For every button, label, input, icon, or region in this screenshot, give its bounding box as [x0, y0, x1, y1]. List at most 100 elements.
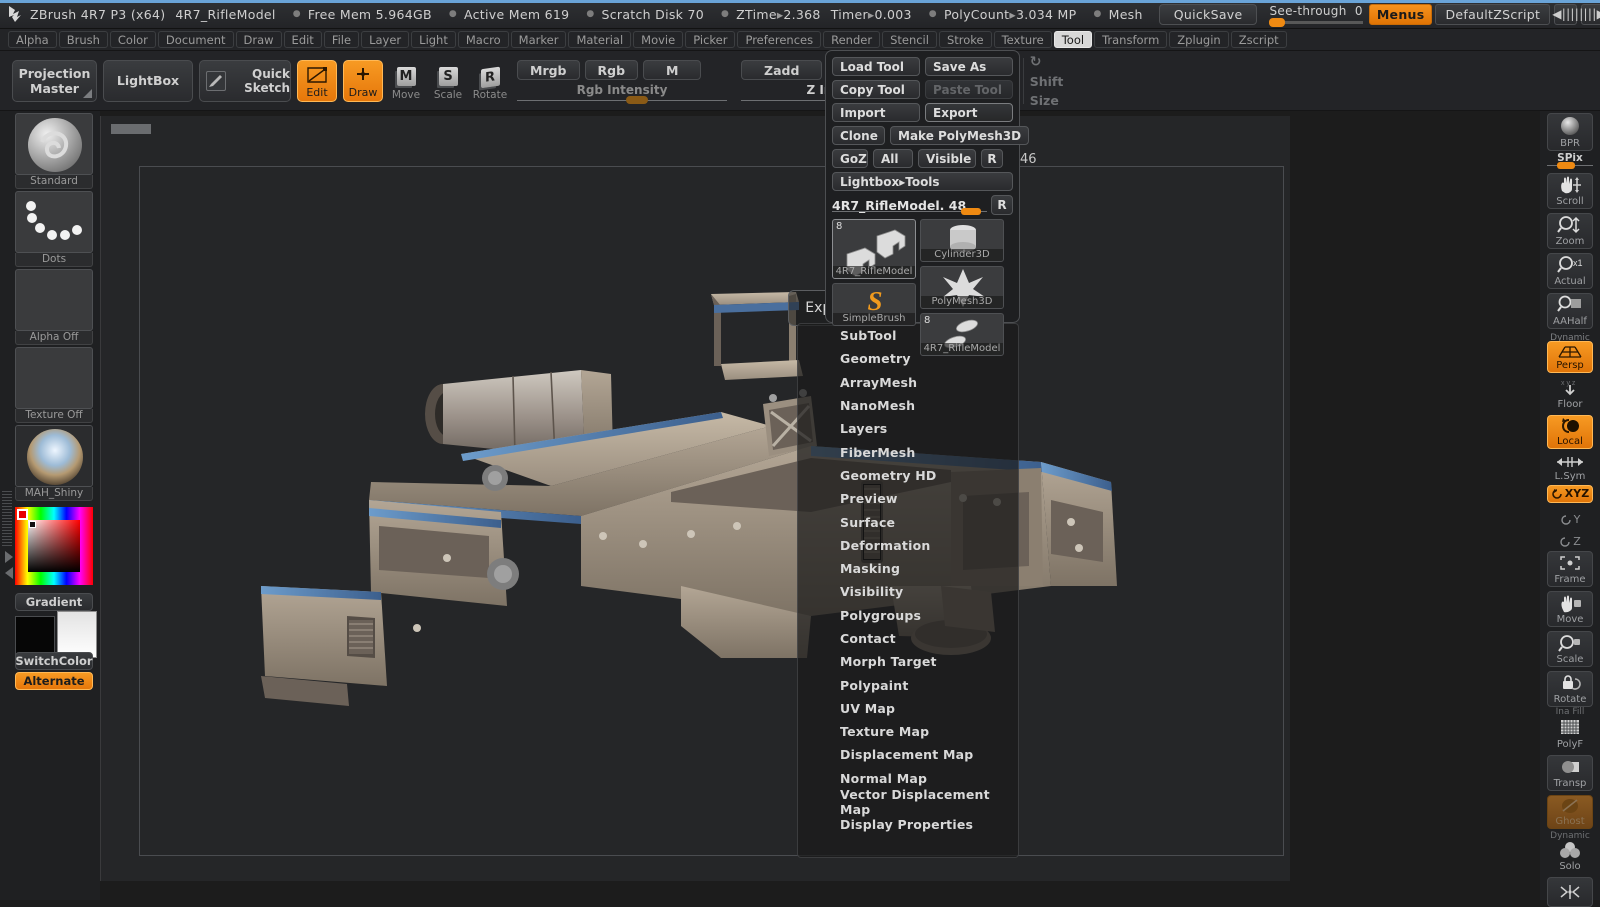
- hue-cursor[interactable]: [17, 509, 28, 520]
- sv-cursor[interactable]: [29, 521, 36, 528]
- shelf-grip[interactable]: [2, 491, 12, 546]
- color-picker[interactable]: [15, 507, 93, 585]
- menu-item-zscript[interactable]: Zscript: [1230, 31, 1287, 48]
- current-tool-knob[interactable]: [961, 207, 981, 215]
- tool-menu-item-arraymesh[interactable]: ArrayMesh: [798, 371, 1018, 394]
- shelf-arrows[interactable]: [2, 551, 16, 601]
- see-through-track[interactable]: [1269, 17, 1363, 27]
- menu-item-preferences[interactable]: Preferences: [737, 31, 822, 48]
- menu-item-movie[interactable]: Movie: [633, 31, 684, 48]
- expand-button[interactable]: [1547, 877, 1593, 907]
- current-tool-slider[interactable]: 4R7_RifleModel. 48 R: [832, 195, 1013, 215]
- menu-item-zplugin[interactable]: Zplugin: [1169, 31, 1229, 48]
- menu-item-marker[interactable]: Marker: [510, 31, 567, 48]
- tool-menu-item-deformation[interactable]: Deformation: [798, 534, 1018, 557]
- gradient-button[interactable]: Gradient: [15, 593, 93, 611]
- current-tool-r-button[interactable]: R: [991, 195, 1013, 215]
- rgb-intensity-track[interactable]: [517, 100, 727, 101]
- menu-item-picker[interactable]: Picker: [685, 31, 736, 48]
- material-swatch[interactable]: MAH_Shiny: [15, 425, 93, 501]
- y-rotate-button[interactable]: Y: [1547, 507, 1593, 527]
- tool-thumb-rifle[interactable]: 8 4R7_RifleModel: [832, 219, 916, 279]
- menu-item-edit[interactable]: Edit: [283, 31, 322, 48]
- shelf-expand-right-icon[interactable]: [5, 551, 13, 563]
- export-button[interactable]: Export: [925, 103, 1013, 122]
- menu-item-brush[interactable]: Brush: [58, 31, 108, 48]
- see-through-knob[interactable]: [1269, 17, 1286, 27]
- quicksave-button[interactable]: QuickSave: [1158, 3, 1258, 25]
- size-label[interactable]: Size: [1030, 93, 1059, 108]
- tool-menu-item-display-properties[interactable]: Display Properties: [798, 813, 1018, 836]
- menu-item-material[interactable]: Material: [568, 31, 632, 48]
- floor-button[interactable]: x y z Floor: [1547, 377, 1593, 411]
- shift-label[interactable]: Shift: [1030, 74, 1064, 89]
- menus-button[interactable]: Menus: [1368, 3, 1433, 25]
- canvas-scroll-chip[interactable]: [111, 124, 151, 134]
- tool-menu-item-contact[interactable]: Contact: [798, 627, 1018, 650]
- transp-button[interactable]: Transp: [1547, 755, 1593, 791]
- menu-item-color[interactable]: Color: [109, 31, 156, 48]
- visible-r-button[interactable]: R: [981, 149, 1003, 168]
- quick-sketch-button[interactable]: Quick Sketch: [199, 59, 291, 102]
- menu-item-texture[interactable]: Texture: [993, 31, 1052, 48]
- scroll-button[interactable]: Scroll: [1547, 173, 1593, 209]
- local-symmetry-button[interactable]: L.Sym: [1547, 453, 1593, 483]
- menu-item-draw[interactable]: Draw: [235, 31, 282, 48]
- actual-button[interactable]: x1 Actual: [1547, 253, 1593, 289]
- visible-button[interactable]: Visible: [918, 149, 976, 168]
- aahalf-button[interactable]: AAHalf: [1547, 293, 1593, 329]
- tool-menu-item-vector-displacement-map[interactable]: Vector Displacement Map: [798, 787, 1018, 817]
- tool-thumb-cylinder3d[interactable]: Cylinder3D: [920, 219, 1004, 262]
- zadd-button[interactable]: Zadd: [741, 60, 823, 80]
- projection-master-button[interactable]: Projection Master: [12, 59, 97, 102]
- alpha-swatch[interactable]: Alpha Off: [15, 269, 93, 345]
- tool-menu-item-preview[interactable]: Preview: [798, 487, 1018, 510]
- switch-color-button[interactable]: SwitchColor: [15, 652, 93, 670]
- rgb-button[interactable]: Rgb: [584, 60, 639, 80]
- zscript-prev-icon[interactable]: ◀||||: [1552, 3, 1579, 25]
- zscript-next-icon[interactable]: ||||▶: [1579, 3, 1600, 25]
- load-tool-button[interactable]: Load Tool: [832, 57, 920, 76]
- tool-menu-item-uv-map[interactable]: UV Map: [798, 697, 1018, 720]
- secondary-color-chip[interactable]: [57, 611, 97, 658]
- tool-menu-item-polypaint[interactable]: Polypaint: [798, 673, 1018, 696]
- make-polymesh3d-button[interactable]: Make PolyMesh3D: [890, 126, 1030, 145]
- brush-swatch[interactable]: Standard: [15, 113, 93, 189]
- edit-button[interactable]: Edit: [297, 59, 337, 102]
- menu-item-light[interactable]: Light: [411, 31, 456, 48]
- local-button[interactable]: Local: [1547, 415, 1593, 449]
- import-button[interactable]: Import: [832, 103, 920, 122]
- alternate-button[interactable]: Alternate: [15, 672, 93, 690]
- clone-button[interactable]: Clone: [832, 126, 885, 145]
- menu-item-alpha[interactable]: Alpha: [8, 31, 57, 48]
- ghost-button[interactable]: Ghost: [1547, 795, 1593, 829]
- m-button[interactable]: M: [643, 60, 702, 80]
- menu-item-stencil[interactable]: Stencil: [882, 31, 937, 48]
- see-through-slider[interactable]: See-through 0: [1269, 4, 1363, 27]
- draw-button[interactable]: Draw: [343, 59, 383, 102]
- bpr-button[interactable]: BPR: [1547, 113, 1593, 151]
- scale-button[interactable]: S Scale: [429, 60, 467, 102]
- tool-menu-item-nanomesh[interactable]: NanoMesh: [798, 394, 1018, 417]
- tool-thumb-polymesh3d[interactable]: PolyMesh3D: [920, 266, 1004, 309]
- mrgb-button[interactable]: Mrgb: [517, 60, 580, 80]
- menu-item-file[interactable]: File: [323, 31, 360, 48]
- menu-item-layer[interactable]: Layer: [361, 31, 410, 48]
- stroke-swatch[interactable]: Dots: [15, 191, 93, 267]
- tool-thumb-rifle-2[interactable]: 8 4R7_RifleModel: [920, 313, 1004, 356]
- default-zscript-button[interactable]: DefaultZScript: [1435, 3, 1551, 25]
- rotate-button[interactable]: R Rotate: [471, 60, 509, 102]
- document-canvas[interactable]: : 1,600 52,046: [100, 116, 1290, 881]
- tool-menu-item-fibermesh[interactable]: FiberMesh: [798, 440, 1018, 463]
- scale-gizmo-button[interactable]: Scale: [1547, 631, 1593, 667]
- polyframe-button[interactable]: PolyF: [1547, 715, 1593, 751]
- menu-item-macro[interactable]: Macro: [457, 31, 509, 48]
- tool-menu-item-polygroups[interactable]: Polygroups: [798, 604, 1018, 627]
- menu-item-transform[interactable]: Transform: [1094, 31, 1168, 48]
- goz-button[interactable]: GoZ: [832, 149, 868, 168]
- lightbox-tools-button[interactable]: Lightbox▸Tools: [832, 172, 1013, 191]
- zoom-button[interactable]: Zoom: [1547, 213, 1593, 249]
- tool-menu-item-texture-map[interactable]: Texture Map: [798, 720, 1018, 743]
- menu-item-tool[interactable]: Tool: [1053, 31, 1093, 48]
- spix-knob[interactable]: [1557, 162, 1575, 169]
